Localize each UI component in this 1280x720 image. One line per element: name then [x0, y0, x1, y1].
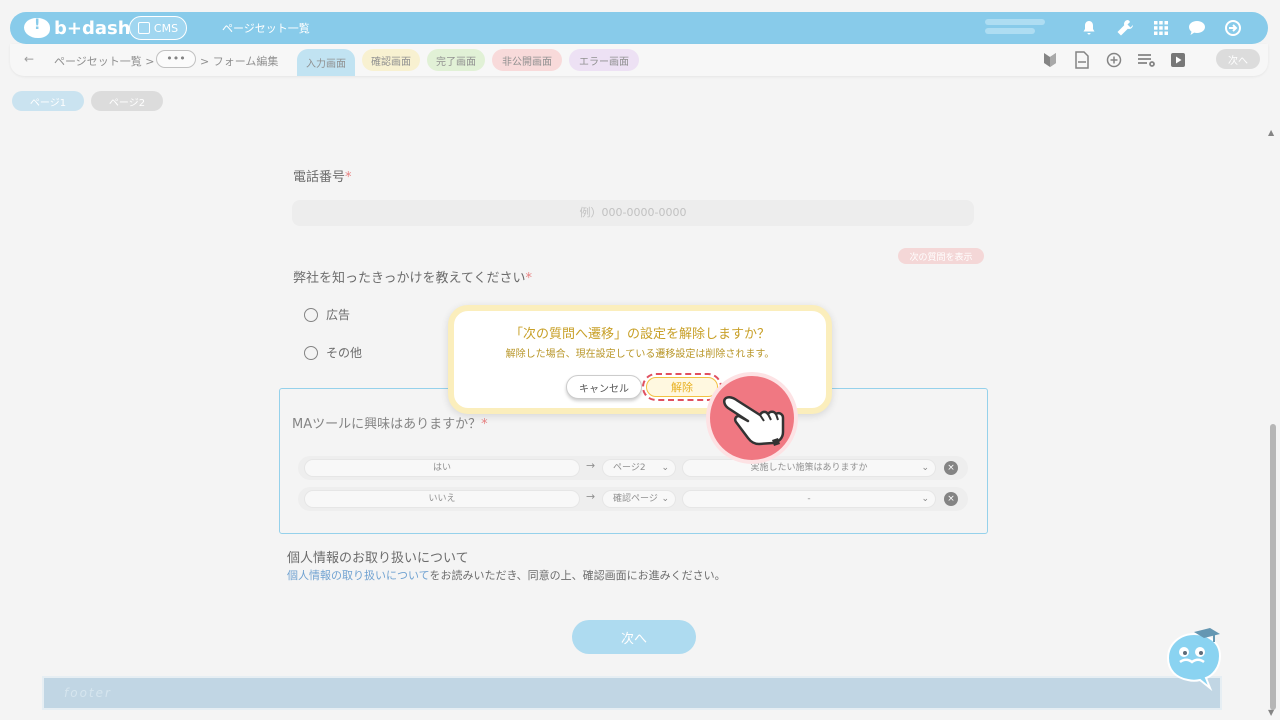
dialog-subtitle: 解除した場合、現在設定している遷移設定は削除されます。 [505, 349, 775, 360]
dialog-title: 「次の質問へ遷移」の設定を解除しますか？ [509, 327, 770, 342]
pointing-hand-icon [706, 372, 798, 464]
release-button-label: 解除 [646, 377, 718, 397]
cancel-button[interactable]: キャンセル [566, 375, 642, 399]
